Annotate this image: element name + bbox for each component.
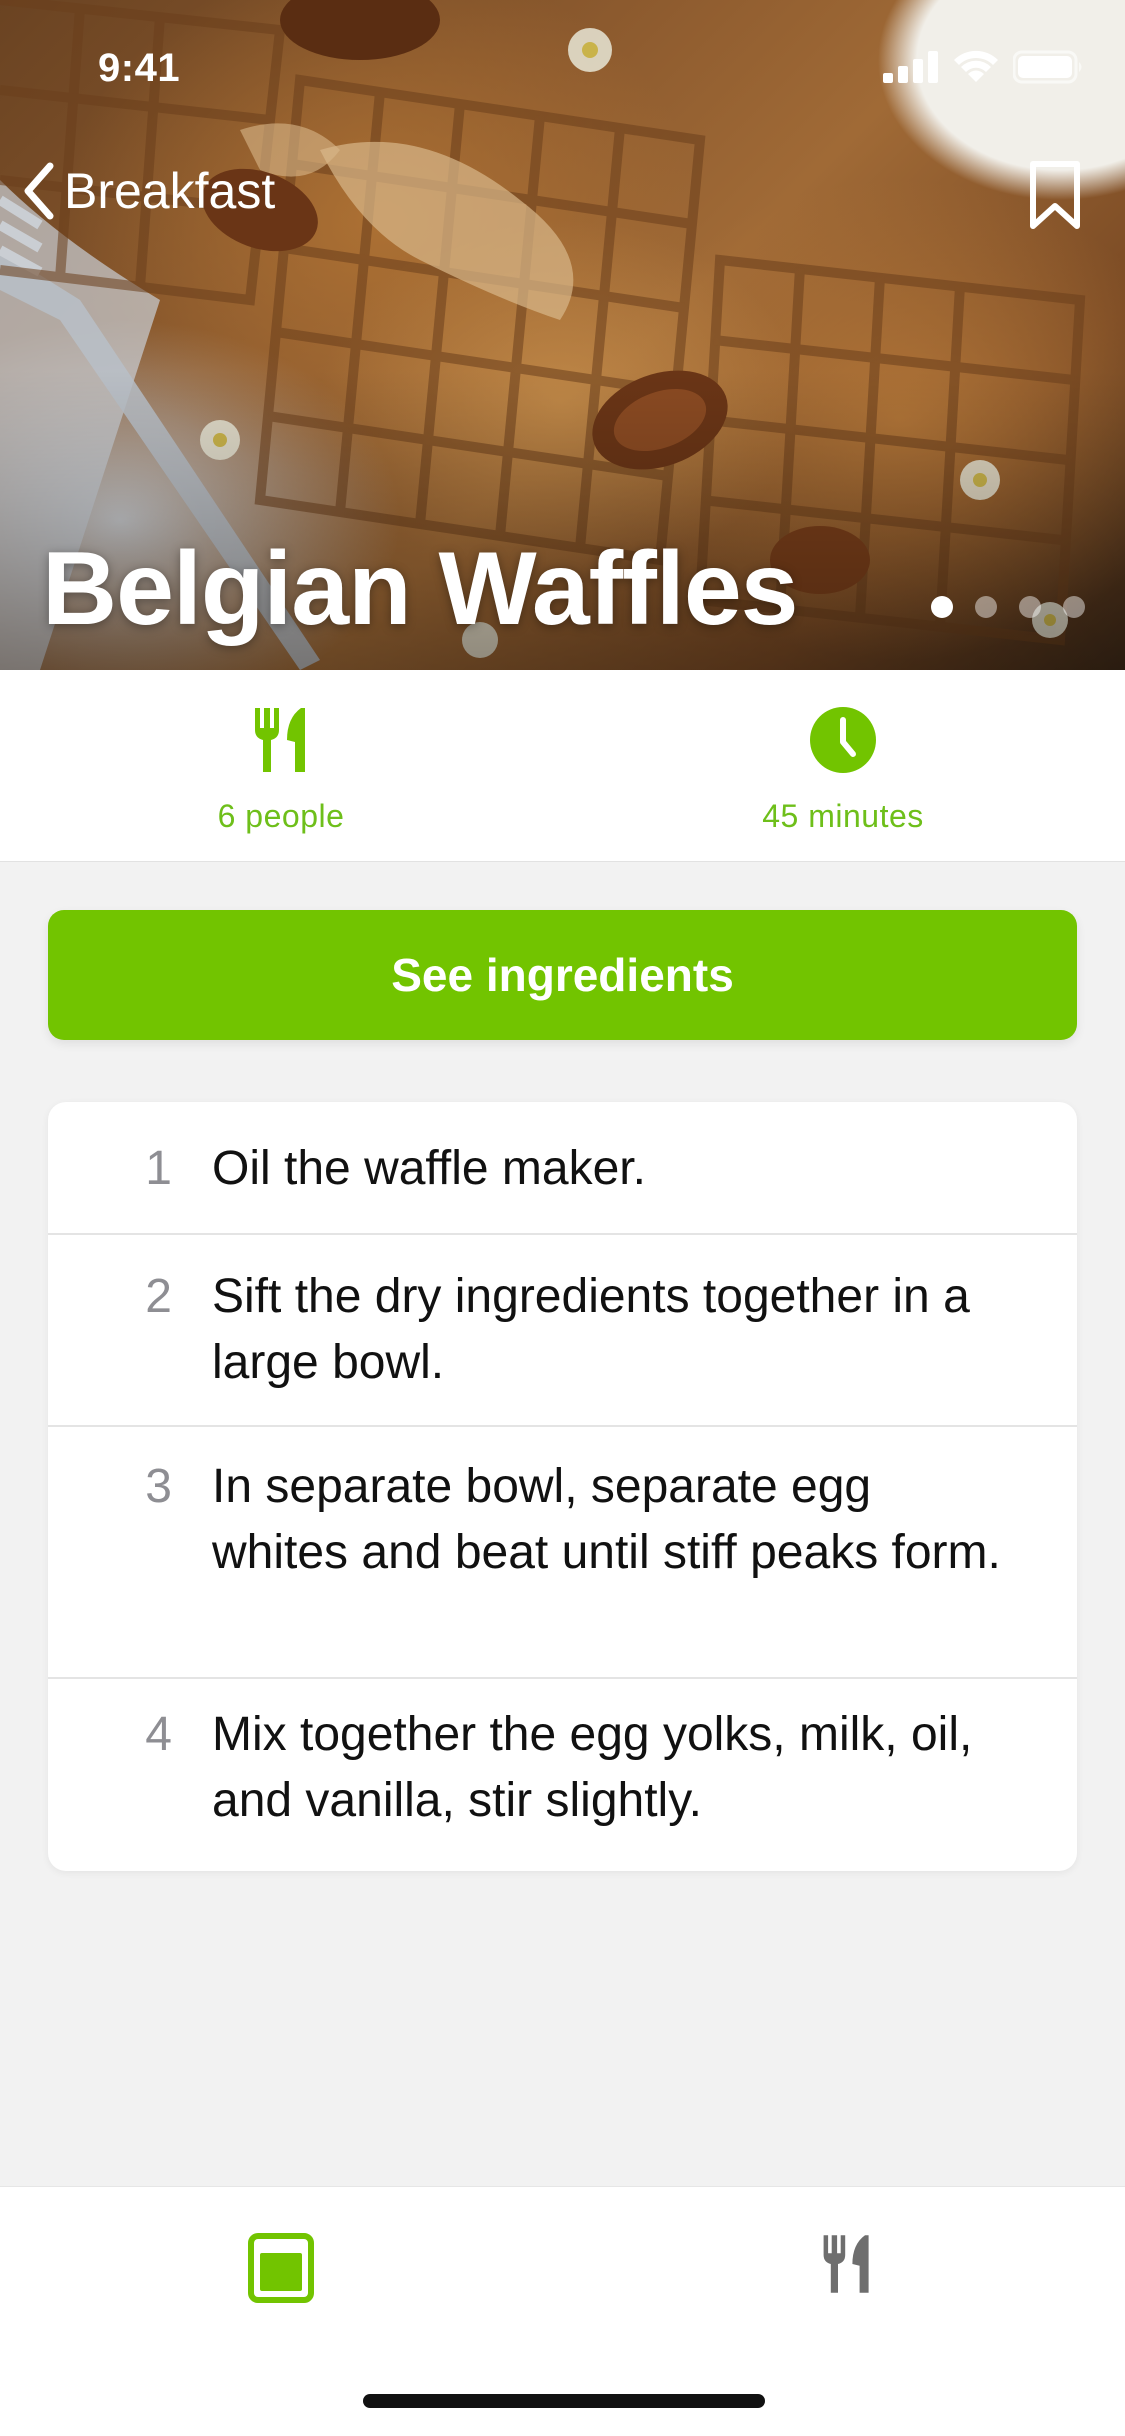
instruction-step: 4 Mix together the egg yolks, milk, oil,… <box>48 1679 1077 1871</box>
fork-knife-icon <box>823 2235 869 2293</box>
tab-menu[interactable] <box>820 2233 874 2300</box>
fork-knife-icon <box>255 708 305 772</box>
time-info: 45 minutes <box>562 670 1124 862</box>
instructions-list: 1 Oil the waffle maker. 2 Sift the dry i… <box>48 1102 1077 1871</box>
hero-image: 9:41 Breakfast Belgian Waffles <box>0 0 1125 670</box>
signal-icon <box>883 51 938 83</box>
pager-dot[interactable] <box>1019 596 1041 618</box>
bookmark-icon <box>1030 161 1080 229</box>
battery-icon <box>1013 50 1082 84</box>
instruction-step: 2 Sift the dry ingredients together in a… <box>48 1235 1077 1427</box>
chevron-left-icon <box>24 162 54 220</box>
step-number: 2 <box>145 1270 172 1323</box>
recipe-title: Belgian Waffles <box>42 531 799 647</box>
step-text: In separate bowl, separate egg whites an… <box>212 1460 1001 1579</box>
bookmark-button[interactable] <box>1029 160 1081 235</box>
step-number: 3 <box>145 1460 172 1513</box>
step-number: 1 <box>145 1142 172 1195</box>
time-label: 45 minutes <box>762 798 924 834</box>
pager-dot[interactable] <box>1063 596 1085 618</box>
recipe-book-icon <box>248 2233 314 2303</box>
clock-icon <box>810 707 876 773</box>
servings-label: 6 people <box>217 798 345 834</box>
pager-dot[interactable] <box>975 596 997 618</box>
instruction-step: 3 In separate bowl, separate egg whites … <box>48 1427 1077 1679</box>
see-ingredients-button[interactable]: See ingredients <box>48 910 1077 1040</box>
image-pager[interactable] <box>931 596 1085 618</box>
step-text: Mix together the egg yolks, milk, oil, a… <box>212 1708 973 1827</box>
step-text: Oil the waffle maker. <box>212 1142 646 1195</box>
instruction-step: 1 Oil the waffle maker. <box>48 1102 1077 1235</box>
step-text: Sift the dry ingredients together in a l… <box>212 1270 970 1389</box>
status-time: 9:41 <box>98 46 181 90</box>
servings-info: 6 people <box>0 670 562 862</box>
recipe-screen: 9:41 Breakfast Belgian Waffles 6 people … <box>0 0 1125 2436</box>
home-indicator[interactable] <box>363 2394 765 2408</box>
back-button-label: Breakfast <box>64 163 276 219</box>
tab-recipe[interactable] <box>248 2233 314 2308</box>
pager-dot[interactable] <box>931 596 953 618</box>
back-button[interactable]: Breakfast <box>24 162 275 220</box>
status-icons <box>883 50 1085 84</box>
wifi-icon <box>954 50 998 82</box>
recipe-info-strip: 6 people 45 minutes <box>0 670 1125 862</box>
status-bar: 9:41 <box>0 0 1125 132</box>
step-number: 4 <box>145 1708 172 1761</box>
